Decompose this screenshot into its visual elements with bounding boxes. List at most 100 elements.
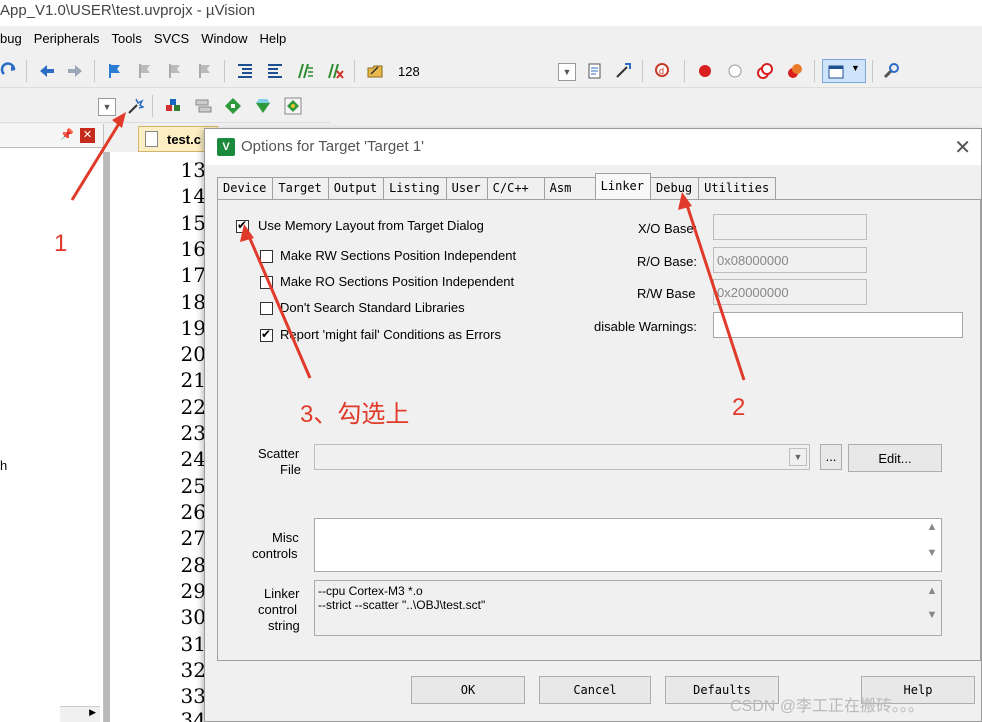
tab-debug[interactable]: Debug <box>650 177 700 199</box>
dont-search-libs-label: Don't Search Standard Libraries <box>280 300 465 315</box>
tool-wand-icon[interactable] <box>614 62 632 80</box>
line-number-gutter: 13 14 15 16 17 18 19 20 21 22 23 24 25 2… <box>104 152 210 722</box>
nav-back-icon[interactable] <box>38 62 56 80</box>
target-options-icon[interactable] <box>126 97 144 115</box>
tab-output[interactable]: Output <box>327 177 385 199</box>
scatter-edit-button[interactable]: Edit... <box>848 444 942 472</box>
bookmark-next-icon[interactable] <box>166 62 184 80</box>
target-dropdown[interactable]: ▼ <box>98 98 116 116</box>
line-number: 25 <box>180 474 206 498</box>
ro-position-independent-label: Make RO Sections Position Independent <box>280 274 515 289</box>
misc-scrollbar[interactable]: ▲ ▼ <box>923 519 941 571</box>
bookmark-clear-icon[interactable] <box>196 62 214 80</box>
menu-debug[interactable]: bug <box>0 28 34 50</box>
report-might-fail-checkbox[interactable] <box>260 327 273 342</box>
annotation-2: 2 <box>732 394 746 421</box>
chevron-down-icon[interactable]: ▼ <box>789 448 807 466</box>
tab-user[interactable]: User <box>445 177 488 199</box>
scatter-browse-button[interactable]: ... <box>820 444 842 470</box>
ro-position-independent-checkbox[interactable] <box>260 276 273 289</box>
rte-icon[interactable] <box>284 97 302 115</box>
linker-panel: Use Memory Layout from Target Dialog Mak… <box>217 199 981 661</box>
line-number: 20 <box>180 342 206 366</box>
nav-forward-icon[interactable] <box>66 62 84 80</box>
dialog-title: Options for Target 'Target 1' <box>241 138 425 155</box>
doc-icon[interactable] <box>586 62 604 80</box>
window-layout-button[interactable]: ▼ <box>822 59 866 83</box>
rw-position-independent-checkbox[interactable] <box>260 250 273 263</box>
scatter-file-combo[interactable]: ▼ <box>314 444 810 470</box>
file-extensions-icon[interactable] <box>194 97 212 115</box>
bookmark-icon[interactable] <box>106 62 124 80</box>
tab-utilities[interactable]: Utilities <box>698 177 777 199</box>
tab-c-cpp[interactable]: C/C++ <box>486 177 545 199</box>
scatter-file-label-1: Scatter <box>258 446 300 461</box>
line-number: 16 <box>180 237 206 261</box>
pin-icon[interactable]: 📌 <box>60 128 74 141</box>
toolbar-dropdown[interactable]: ▼ <box>558 63 576 81</box>
uncomment-icon[interactable] <box>326 62 344 80</box>
debug-session-icon[interactable]: d <box>654 62 672 80</box>
breakpoint-disable-all-icon[interactable] <box>756 62 774 80</box>
dialog-title-bar: V Options for Target 'Target 1' ✕ <box>205 129 981 165</box>
misc-controls-input[interactable]: ▲ ▼ <box>314 518 942 572</box>
manage-project-icon[interactable] <box>164 97 182 115</box>
menu-tools[interactable]: Tools <box>111 28 153 50</box>
tab-asm[interactable]: Asm <box>543 177 596 199</box>
line-number: 29 <box>180 579 206 603</box>
bookmark-prev-icon[interactable] <box>136 62 154 80</box>
tab-listing[interactable]: Listing <box>383 177 447 199</box>
toolbar-value: 128 <box>398 64 420 79</box>
line-number: 30 <box>180 605 206 629</box>
rw-base-input[interactable]: 0x20000000 <box>713 279 867 305</box>
uvision-icon: V <box>217 138 235 156</box>
menu-peripherals[interactable]: Peripherals <box>34 28 112 50</box>
tab-linker[interactable]: Linker <box>594 173 652 199</box>
dont-search-libs-checkbox[interactable] <box>260 302 273 315</box>
breakpoint-kill-all-icon[interactable] <box>786 62 804 80</box>
line-number: 28 <box>180 553 206 577</box>
horizontal-scrollbar[interactable]: ▶ <box>60 706 100 722</box>
linker-control-string[interactable]: --cpu Cortex-M3 *.o --strict --scatter "… <box>314 580 942 636</box>
breakpoint-icon[interactable] <box>696 62 714 80</box>
tab-device[interactable]: Device <box>217 177 274 199</box>
annotation-1: 1 <box>54 230 68 257</box>
ro-base-input[interactable]: 0x08000000 <box>713 247 867 273</box>
line-number: 14 <box>180 184 206 208</box>
rw-position-independent-label: Make RW Sections Position Independent <box>280 248 517 263</box>
breakpoint-disabled-icon[interactable] <box>726 62 744 80</box>
ok-button[interactable]: OK <box>411 676 525 704</box>
cancel-button[interactable]: Cancel <box>539 676 651 704</box>
screen: App_V1.0\USER\test.uvprojx - µVision bug… <box>0 0 982 722</box>
build-toolbar: ▼ <box>0 89 330 123</box>
use-memory-layout-checkbox[interactable] <box>236 218 249 233</box>
pack-installer-icon[interactable] <box>224 97 242 115</box>
unindent-icon[interactable] <box>266 62 284 80</box>
line-number: 31 <box>180 632 206 656</box>
wrench-icon[interactable] <box>882 62 900 80</box>
menu-help[interactable]: Help <box>259 28 298 50</box>
close-icon[interactable]: ✕ <box>80 128 95 143</box>
xo-base-input[interactable] <box>713 214 867 240</box>
window-layout-icon <box>828 65 844 79</box>
comment-icon[interactable] <box>296 62 314 80</box>
linker-control-line-2: --strict --scatter "..\OBJ\test.sct" <box>318 598 486 612</box>
disable-warnings-input[interactable] <box>713 312 963 338</box>
disable-warnings-label: disable Warnings: <box>594 319 697 334</box>
select-packs-icon[interactable] <box>254 97 272 115</box>
line-number: 33 <box>180 684 206 708</box>
annotation-3: 3、勾选上 <box>300 401 410 428</box>
line-number: 15 <box>180 211 206 235</box>
tab-target[interactable]: Target <box>272 177 329 199</box>
redo-icon[interactable] <box>0 62 18 80</box>
line-number: 13 <box>180 158 206 182</box>
line-number: 23 <box>180 421 206 445</box>
dialog-close-icon[interactable]: ✕ <box>954 135 971 160</box>
linker-control-line-1: --cpu Cortex-M3 *.o <box>318 584 423 598</box>
indent-icon[interactable] <box>236 62 254 80</box>
linker-scrollbar[interactable]: ▲ ▼ <box>923 581 941 635</box>
menu-svcs[interactable]: SVCS <box>154 28 201 50</box>
menu-window[interactable]: Window <box>201 28 259 50</box>
project-pane: 📌 ✕ h ▶ <box>0 124 104 722</box>
find-in-files-icon[interactable] <box>366 62 384 80</box>
